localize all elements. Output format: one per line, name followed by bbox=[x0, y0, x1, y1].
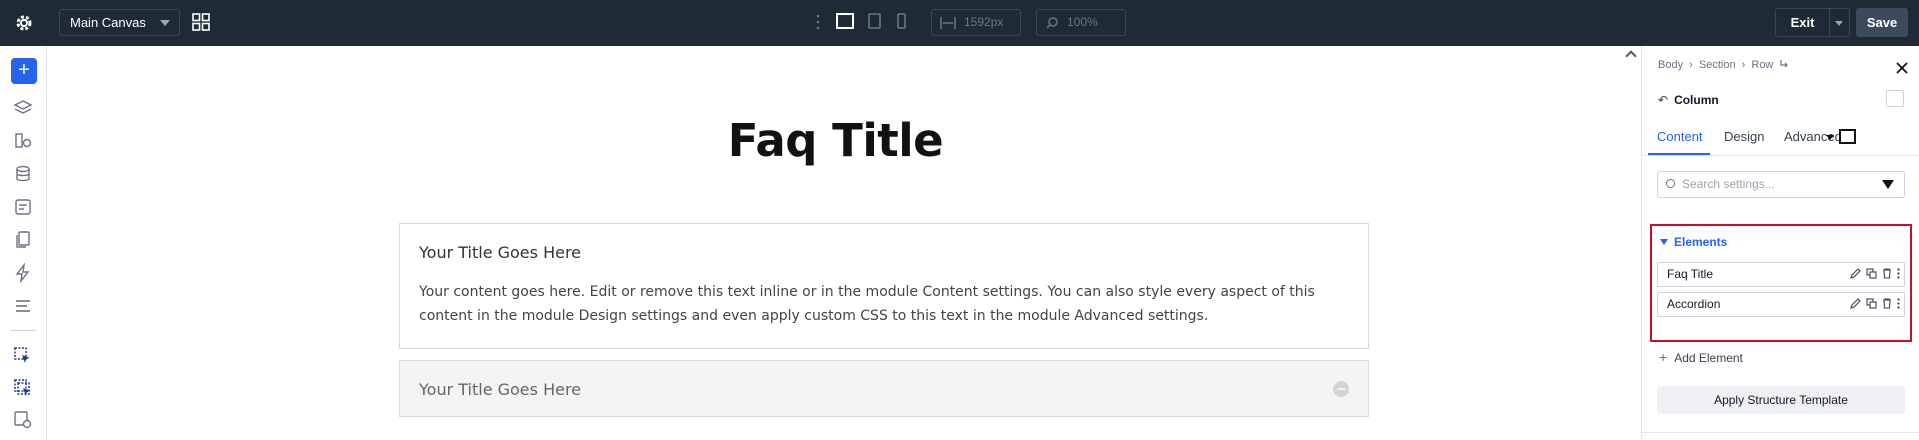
exit-button[interactable]: Exit bbox=[1775, 8, 1830, 37]
element-actions bbox=[1845, 268, 1900, 281]
breadcrumb: Body › Section › Row bbox=[1658, 59, 1789, 71]
close-icon[interactable] bbox=[1896, 62, 1908, 74]
add-element-label: Add Element bbox=[1674, 351, 1743, 365]
breadcrumb-item-section[interactable]: Section bbox=[1699, 59, 1736, 71]
element-item-accordion[interactable]: Accordion bbox=[1657, 292, 1905, 317]
tab-content[interactable]: Content bbox=[1657, 129, 1703, 144]
add-element-button[interactable]: + Add Element bbox=[1659, 349, 1743, 365]
canvas-select-label: Main Canvas bbox=[70, 15, 146, 30]
lightning-icon[interactable] bbox=[13, 263, 33, 283]
pages-icon[interactable] bbox=[13, 230, 33, 250]
accordion-item-closed[interactable]: Your Title Goes Here bbox=[399, 360, 1369, 417]
duplicate-icon[interactable] bbox=[1866, 268, 1877, 279]
element-name: Column bbox=[1674, 93, 1719, 107]
settings-tabs: Content Design Advanced bbox=[1642, 118, 1919, 156]
zoom-icon bbox=[1046, 17, 1058, 29]
settings-panel: Body › Section › Row ↶ Column Content Des… bbox=[1641, 46, 1919, 440]
accordion-item-content: Your content goes here. Edit or remove t… bbox=[419, 284, 1315, 324]
desktop-view-icon[interactable] bbox=[836, 13, 854, 29]
search-settings-input[interactable]: Search settings... bbox=[1657, 171, 1905, 198]
search-icon bbox=[1666, 179, 1675, 188]
grid-layout-icon[interactable] bbox=[192, 13, 210, 31]
breadcrumb-item-row[interactable]: Row bbox=[1751, 59, 1773, 71]
scroll-up-button[interactable] bbox=[1624, 46, 1640, 440]
breadcrumb-separator: › bbox=[1689, 59, 1693, 71]
zoom-value: 100% bbox=[1067, 15, 1098, 29]
element-item-faq-title[interactable]: Faq Title bbox=[1657, 262, 1905, 287]
breadcrumb-separator: › bbox=[1741, 59, 1746, 71]
caret-down-icon bbox=[1660, 239, 1668, 245]
accordion-item-title[interactable]: Your Title Goes Here bbox=[419, 380, 581, 399]
return-arrow-icon bbox=[1780, 60, 1789, 68]
element-title: ↶ Column bbox=[1658, 93, 1719, 107]
tablet-view-icon[interactable] bbox=[868, 13, 881, 29]
edit-icon[interactable] bbox=[1850, 298, 1861, 309]
accordion-item-open[interactable]: Your Title Goes Here Your content goes h… bbox=[399, 223, 1369, 349]
more-options-icon[interactable] bbox=[1897, 298, 1900, 309]
element-item-label: Accordion bbox=[1667, 297, 1721, 311]
elements-group: Elements Faq Title Accordion bbox=[1650, 224, 1912, 342]
canvas-select[interactable]: Main Canvas bbox=[59, 9, 180, 36]
save-button[interactable]: Save bbox=[1856, 8, 1908, 37]
element-item-label: Faq Title bbox=[1667, 267, 1714, 281]
phone-view-icon[interactable] bbox=[897, 13, 906, 29]
chevron-down-icon[interactable] bbox=[1826, 135, 1834, 140]
apply-structure-template-button[interactable]: Apply Structure Template bbox=[1657, 386, 1905, 414]
tab-design[interactable]: Design bbox=[1724, 129, 1764, 144]
zoom-field[interactable]: 100% bbox=[1036, 9, 1126, 36]
elements-header: Elements bbox=[1674, 235, 1728, 249]
edit-icon[interactable] bbox=[1850, 268, 1861, 279]
top-toolbar: Main Canvas 1592px 100% Exit Save bbox=[0, 0, 1919, 46]
delete-icon[interactable] bbox=[1882, 298, 1892, 309]
exit-options-button[interactable] bbox=[1830, 8, 1850, 37]
form-fields-icon[interactable] bbox=[13, 197, 33, 217]
duplicate-icon[interactable] bbox=[1866, 298, 1877, 309]
multi-select-icon[interactable] bbox=[13, 378, 33, 398]
elements-toggle[interactable]: Elements bbox=[1660, 235, 1727, 249]
accordion-toggle-icon[interactable] bbox=[1333, 381, 1349, 397]
faq-heading[interactable]: Faq Title bbox=[48, 114, 1623, 167]
list-settings-icon[interactable] bbox=[13, 296, 33, 316]
active-tab-indicator bbox=[1648, 153, 1710, 155]
canvas-width-field[interactable]: 1592px bbox=[931, 9, 1021, 36]
breadcrumb-item-body[interactable]: Body bbox=[1658, 59, 1683, 71]
sidebar-divider bbox=[10, 330, 36, 331]
more-options-icon[interactable] bbox=[1897, 268, 1900, 279]
gear-icon[interactable] bbox=[12, 11, 36, 35]
design-library-icon[interactable] bbox=[13, 131, 33, 151]
back-arrow-icon[interactable]: ↶ bbox=[1658, 93, 1668, 107]
canvas-width-value: 1592px bbox=[964, 15, 1004, 29]
chevron-down-icon bbox=[160, 20, 170, 26]
width-resize-icon bbox=[940, 17, 956, 29]
add-button[interactable]: + bbox=[11, 58, 37, 84]
page-settings-icon[interactable] bbox=[13, 410, 33, 430]
layers-icon[interactable] bbox=[13, 98, 33, 118]
element-options-icon[interactable] bbox=[1886, 90, 1904, 107]
delete-icon[interactable] bbox=[1882, 268, 1892, 279]
select-element-icon[interactable] bbox=[13, 346, 33, 366]
database-icon[interactable] bbox=[13, 164, 33, 184]
chevron-up-icon bbox=[1625, 50, 1637, 62]
search-placeholder: Search settings... bbox=[1682, 177, 1775, 191]
accordion-item-title[interactable]: Your Title Goes Here bbox=[419, 243, 581, 262]
element-actions bbox=[1845, 298, 1900, 311]
plus-icon: + bbox=[1659, 349, 1668, 365]
page-canvas: Faq Title Your Title Goes Here Your cont… bbox=[48, 46, 1623, 440]
filter-icon[interactable] bbox=[1882, 180, 1894, 189]
drag-handle-icon[interactable] bbox=[815, 13, 821, 31]
panel-divider bbox=[1642, 432, 1919, 433]
square-icon[interactable] bbox=[1839, 129, 1856, 144]
left-sidebar: + bbox=[0, 46, 47, 440]
